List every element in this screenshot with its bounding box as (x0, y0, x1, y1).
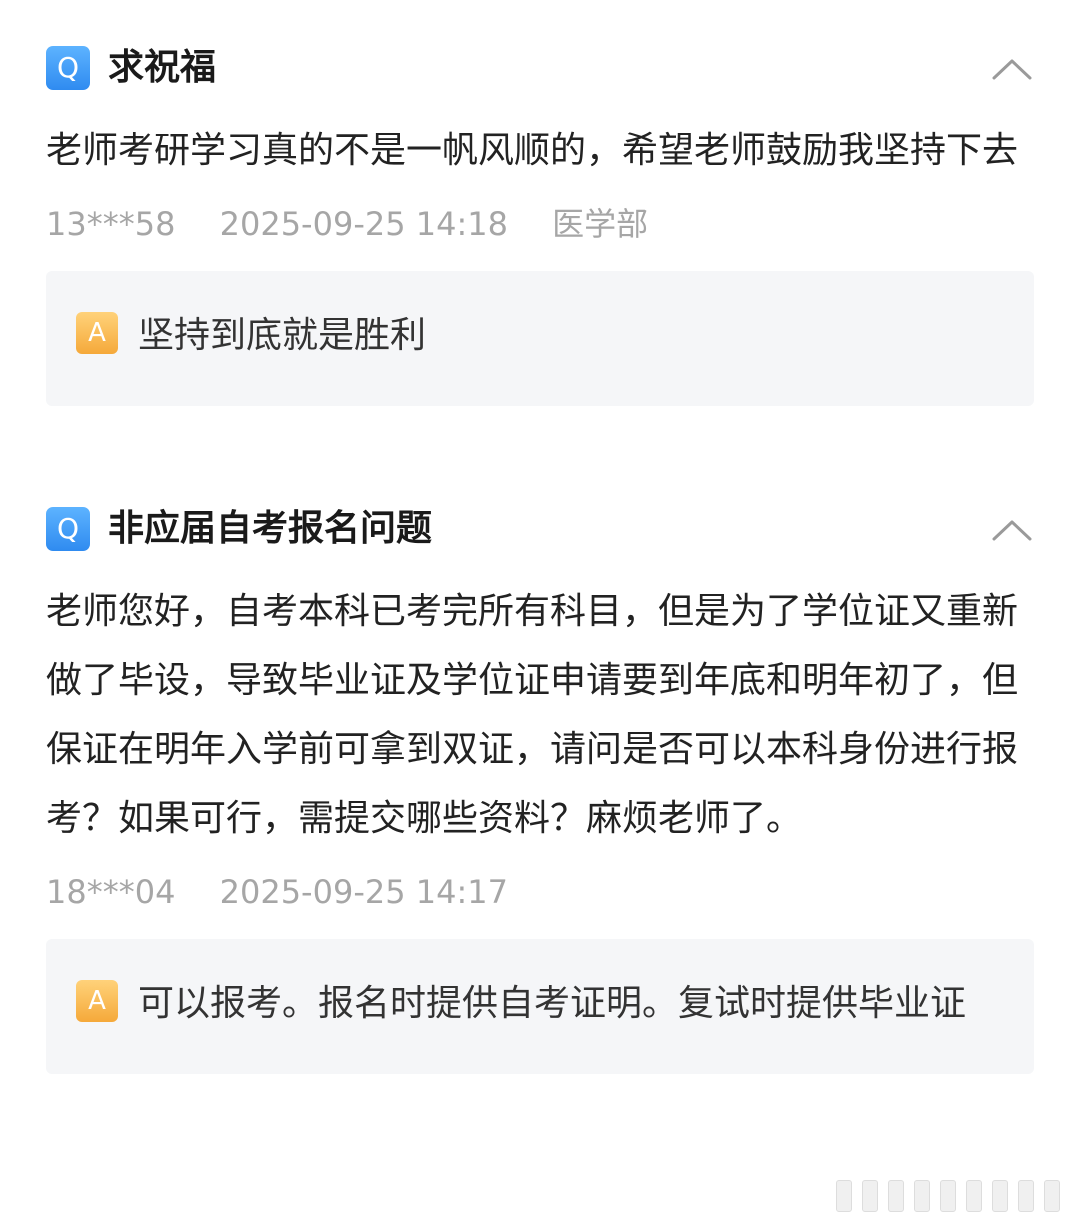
qa-item: Q 非应届自考报名问题 老师您好，自考本科已考完所有科目，但是为了学位证又重新做… (46, 505, 1034, 1074)
answer-text: 可以报考。报名时提供自考证明。复试时提供毕业证 (138, 983, 967, 1024)
collapse-button[interactable] (990, 52, 1034, 86)
answer-box: A 坚持到底就是胜利 (46, 271, 1034, 406)
chevron-up-icon (992, 59, 1032, 80)
collapse-button[interactable] (990, 513, 1034, 547)
qa-item: Q 求祝福 老师考研学习真的不是一帆风顺的，希望老师鼓励我坚持下去 13***5… (46, 44, 1034, 406)
question-body: 老师考研学习真的不是一帆风顺的，希望老师鼓励我坚持下去 (46, 130, 1019, 171)
question-badge-icon: Q (46, 46, 90, 90)
question-meta: 18***04 2025-09-25 14:17 (46, 867, 1034, 917)
question-user: 13***58 (46, 205, 176, 243)
overlay-mark (1018, 1180, 1034, 1212)
overlay-mark (836, 1180, 852, 1212)
overlay-mark (1044, 1180, 1060, 1212)
overlay-mark (914, 1180, 930, 1212)
overlay-mark (888, 1180, 904, 1212)
question-title: 求祝福 (108, 47, 217, 88)
question-badge-icon: Q (46, 507, 90, 551)
question-datetime: 2025-09-25 14:18 (219, 205, 508, 243)
image-overlay-marks (832, 1180, 1080, 1214)
chevron-up-icon (992, 520, 1032, 541)
overlay-mark (966, 1180, 982, 1212)
overlay-mark (940, 1180, 956, 1212)
answer-box: A 可以报考。报名时提供自考证明。复试时提供毕业证 (46, 939, 1034, 1074)
question-department: 医学部 (552, 205, 649, 243)
question-title: 非应届自考报名问题 (108, 508, 433, 549)
question-datetime: 2025-09-25 14:17 (219, 873, 508, 911)
question-header[interactable]: Q 求祝福 (46, 44, 1034, 94)
answer-badge-icon: A (76, 980, 118, 1022)
question-meta: 13***58 2025-09-25 14:18 医学部 (46, 199, 1034, 249)
answer-text: 坚持到底就是胜利 (138, 315, 427, 356)
question-body: 老师您好，自考本科已考完所有科目，但是为了学位证又重新做了毕设，导致毕业证及学位… (46, 591, 1019, 839)
question-header[interactable]: Q 非应届自考报名问题 (46, 505, 1034, 555)
overlay-mark (862, 1180, 878, 1212)
question-user: 18***04 (46, 873, 176, 911)
overlay-mark (992, 1180, 1008, 1212)
answer-badge-icon: A (76, 312, 118, 354)
